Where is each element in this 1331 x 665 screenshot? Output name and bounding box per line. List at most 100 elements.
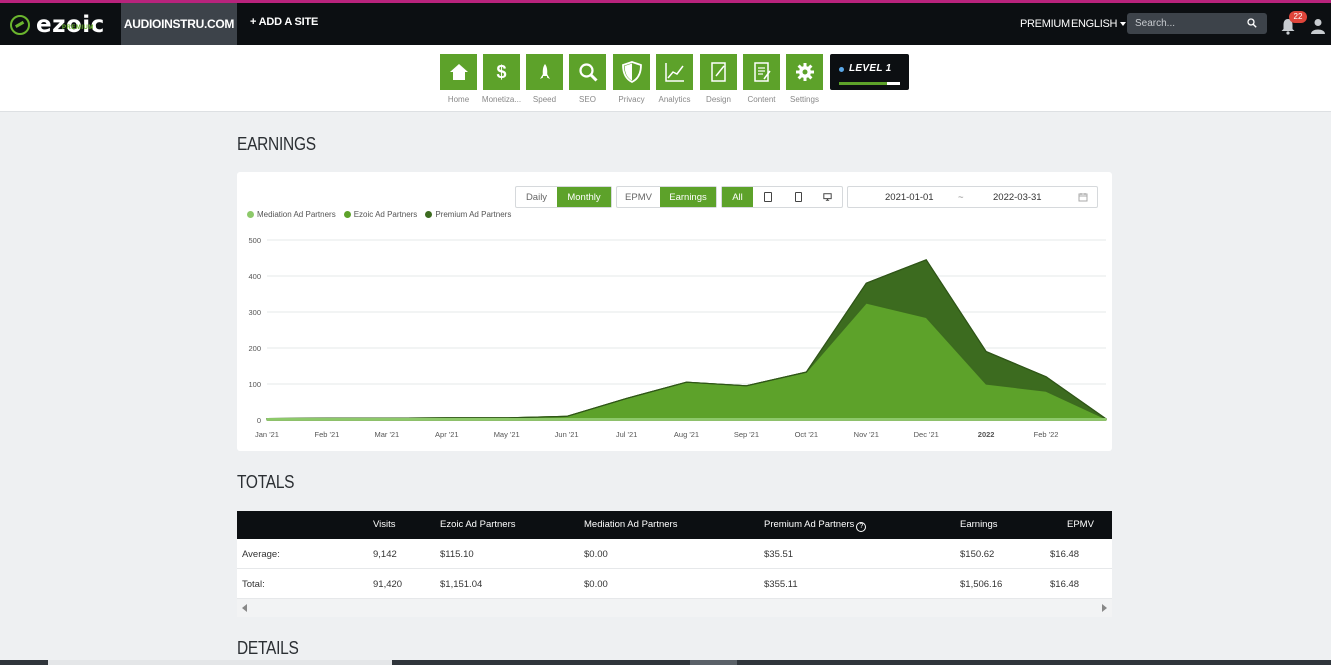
x-tick-label: Jan '21 xyxy=(255,430,279,439)
earnings-button[interactable]: Earnings xyxy=(660,187,716,207)
date-range-picker[interactable]: 2021-01-01 ~ 2022-03-31 xyxy=(847,186,1098,208)
table-cell: $35.51 xyxy=(764,549,794,560)
desktop-icon xyxy=(823,193,832,201)
x-tick-label: Sep '21 xyxy=(734,430,759,439)
details-title: DETAILS xyxy=(237,638,299,658)
earnings-title: EARNINGS xyxy=(237,134,316,154)
dollar-icon: $ xyxy=(496,61,507,82)
bottom-bar xyxy=(0,660,1331,665)
desktop-button[interactable] xyxy=(813,187,842,207)
column-header-ezoic[interactable]: Ezoic Ad Partners xyxy=(440,519,516,530)
toolbar-item-speed[interactable]: Speed xyxy=(526,54,563,104)
legend-item-ezoic[interactable]: Ezoic Ad Partners xyxy=(343,210,417,219)
x-tick-label: Oct '21 xyxy=(795,430,819,439)
x-tick-label: May '21 xyxy=(494,430,520,439)
table-cell: $115.10 xyxy=(440,549,474,560)
document-icon xyxy=(753,62,771,82)
legend-item-premium[interactable]: Premium Ad Partners xyxy=(425,210,511,219)
all-devices-button[interactable]: All xyxy=(722,187,753,207)
notification-badge: 22 xyxy=(1289,11,1307,23)
daily-button[interactable]: Daily xyxy=(516,187,557,207)
x-tick-label: Feb '21 xyxy=(315,430,340,439)
toolbar-label: Privacy xyxy=(618,95,645,104)
table-cell: $355.11 xyxy=(764,579,798,590)
legend-dot xyxy=(425,211,433,218)
toolbar-item-content[interactable]: Content xyxy=(743,54,780,104)
toolbar-item-design[interactable]: Design xyxy=(700,54,737,104)
top-navbar: ezoic PREMIUM AUDIOINSTRU.COM + ADD A SI… xyxy=(0,0,1331,45)
table-cell: $16.48 xyxy=(1050,549,1080,560)
level-badge[interactable]: LEVEL 1 xyxy=(830,54,909,90)
column-header-epmv[interactable]: EPMV xyxy=(1067,519,1094,530)
table-cell: $16.48 xyxy=(1050,579,1080,590)
x-tick-label: Nov '21 xyxy=(854,430,879,439)
rocket-icon xyxy=(539,64,550,79)
date-separator: ~ xyxy=(958,192,964,203)
calendar-icon[interactable] xyxy=(1078,192,1088,202)
tablet-button[interactable] xyxy=(753,187,783,207)
row-label: Total: xyxy=(242,579,265,590)
x-tick-label: Apr '21 xyxy=(435,430,459,439)
column-header-premium-label: Premium Ad Partners xyxy=(764,519,855,530)
toolbar-item-seo[interactable]: SEO xyxy=(569,54,606,104)
level-progress-bar xyxy=(839,82,900,85)
logo-subtitle: PREMIUM xyxy=(62,25,94,31)
x-tick-label: Feb '22 xyxy=(1034,430,1059,439)
toolbar-label: Content xyxy=(747,95,776,104)
mobile-button[interactable] xyxy=(783,187,813,207)
totals-header-row: Visits Ezoic Ad Partners Mediation Ad Pa… xyxy=(237,511,1112,539)
add-site-link[interactable]: + ADD A SITE xyxy=(250,16,318,28)
magnifier-icon xyxy=(578,63,598,82)
site-tab[interactable]: AUDIOINSTRU.COM xyxy=(121,3,237,45)
scroll-left-icon[interactable] xyxy=(242,604,247,612)
earnings-chart-card: Daily Monthly EPMV Earnings All 2021-01-… xyxy=(237,172,1112,451)
metric-toggle: EPMV Earnings xyxy=(616,186,717,208)
totals-table: Visits Ezoic Ad Partners Mediation Ad Pa… xyxy=(237,511,1112,617)
shield-icon xyxy=(621,61,642,84)
column-header-visits[interactable]: Visits xyxy=(373,519,396,530)
search-input[interactable] xyxy=(1127,13,1247,34)
horizontal-scrollbar[interactable] xyxy=(237,599,1112,617)
legend-dot xyxy=(343,211,351,218)
monthly-button[interactable]: Monthly xyxy=(557,187,611,207)
table-cell: $0.00 xyxy=(584,579,608,590)
user-icon[interactable] xyxy=(1311,18,1325,34)
toolbar-item-monetization[interactable]: $ Monetiza... xyxy=(482,54,521,104)
x-tick-label: Aug '21 xyxy=(674,430,699,439)
toolbar-label: Settings xyxy=(790,95,819,104)
column-header-premium[interactable]: Premium Ad Partners? xyxy=(764,519,867,532)
help-icon[interactable]: ? xyxy=(856,522,867,532)
toolbar-item-home[interactable]: Home xyxy=(440,54,477,104)
y-tick-label: 300 xyxy=(248,308,261,317)
design-icon xyxy=(710,62,726,82)
scroll-right-icon[interactable] xyxy=(1102,604,1107,612)
toolbar-label: Analytics xyxy=(658,95,691,104)
search-box xyxy=(1127,13,1267,34)
level-dot xyxy=(839,67,844,72)
language-dropdown[interactable]: ENGLISH xyxy=(1071,18,1127,30)
period-toggle: Daily Monthly xyxy=(515,186,612,208)
tablet-icon xyxy=(764,192,772,202)
y-tick-label: 100 xyxy=(248,380,261,389)
toolbar-item-settings[interactable]: Settings xyxy=(786,54,823,104)
ezoic-logo-icon xyxy=(10,15,30,35)
premium-link[interactable]: PREMIUM xyxy=(1020,18,1070,30)
table-cell: $0.00 xyxy=(584,549,608,560)
legend-label: Premium Ad Partners xyxy=(435,210,512,219)
legend-dot xyxy=(247,211,254,218)
search-icon[interactable] xyxy=(1247,18,1257,28)
site-tab-label: AUDIOINSTRU.COM xyxy=(123,17,235,31)
column-header-earnings[interactable]: Earnings xyxy=(960,519,998,530)
y-tick-label: 200 xyxy=(248,344,261,353)
y-tick-label: 400 xyxy=(248,272,261,281)
bottom-bar-segment xyxy=(48,660,392,665)
toolbar-item-analytics[interactable]: Analytics xyxy=(656,54,693,104)
y-tick-label: 500 xyxy=(248,236,261,245)
mobile-icon xyxy=(794,192,802,202)
x-tick-label: Mar '21 xyxy=(374,430,399,439)
legend-item-mediation[interactable]: Mediation Ad Partners xyxy=(247,210,336,219)
epmv-button[interactable]: EPMV xyxy=(617,187,660,207)
table-cell: 9,142 xyxy=(373,549,397,560)
toolbar-item-privacy[interactable]: Privacy xyxy=(613,54,650,104)
column-header-mediation[interactable]: Mediation Ad Partners xyxy=(584,519,677,530)
